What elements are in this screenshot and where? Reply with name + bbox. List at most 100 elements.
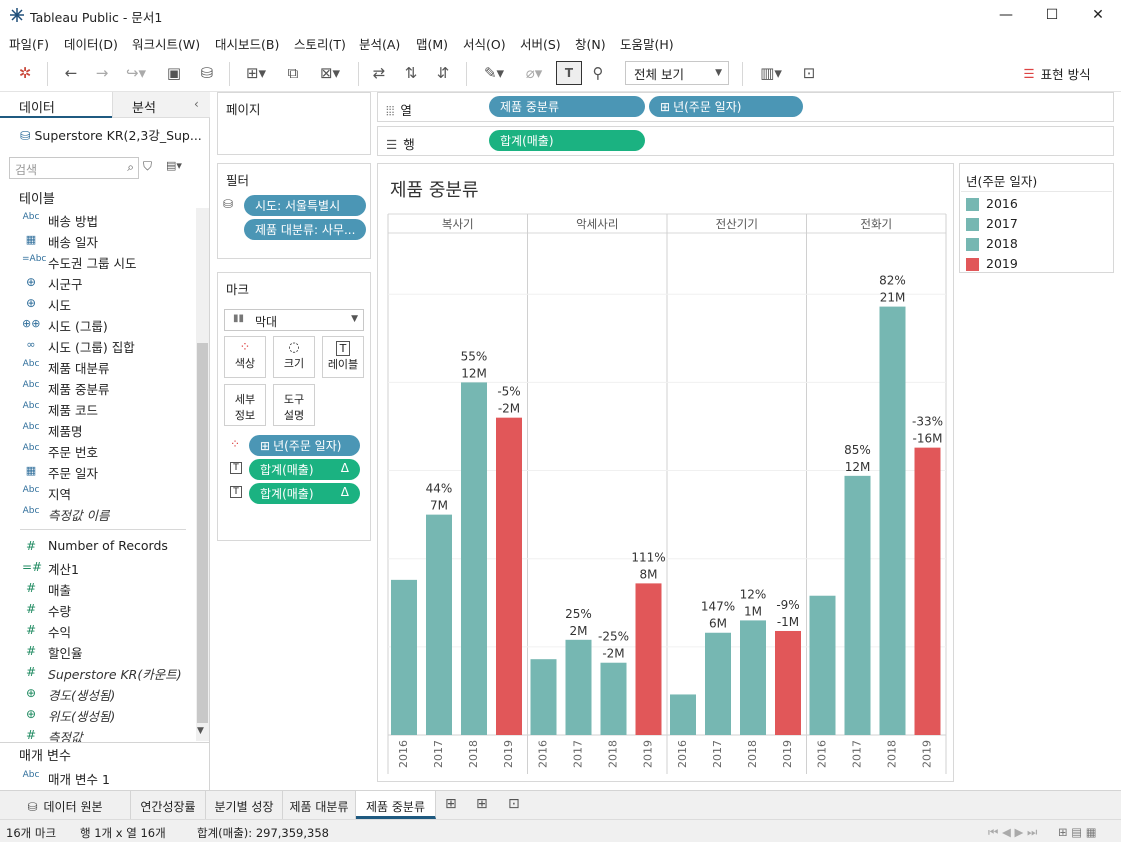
show-cards-icon[interactable]: ▥▾ [752,61,790,85]
field-item[interactable]: Abc 배송 방법 [0,209,195,230]
scrollbar[interactable]: ▼ [196,208,209,741]
field-item[interactable]: Abc 제품명 [0,419,195,440]
filter-fields-icon[interactable]: ⛉ [143,159,152,174]
menu-help[interactable]: 도움말(H) [620,34,674,53]
clear-sheet-icon[interactable]: ⊠▾ [310,61,350,85]
size-button[interactable]: ◌ 크기 [273,336,315,378]
field-item[interactable]: ⊕ 시군구 [0,272,195,293]
scrollbar-thumb[interactable] [197,343,208,723]
filter-pill-category[interactable]: 제품 대분류: 사무... [244,219,366,240]
tab-data[interactable]: 데이터 [0,92,112,118]
mark-pill-sales-2[interactable]: 합계(매출) Δ [249,483,360,504]
menu-data[interactable]: 데이터(D) [64,34,118,53]
new-story-icon[interactable]: ⊡ [508,796,520,812]
group-icon[interactable]: ⌀▾ [516,61,552,85]
duplicate-sheet-icon[interactable]: ⧉ [280,61,306,85]
detail-button[interactable]: 세부 정보 [224,384,266,426]
show-me-button[interactable]: ☰ 표현 방식 [1012,61,1102,85]
save-icon[interactable]: ▣ [162,61,186,85]
field-item[interactable]: ⊕ 경도(생성됨) [0,683,195,704]
column-pill-subcategory[interactable]: 제품 중분류 [489,96,645,117]
field-item[interactable]: # Number of Records [0,536,195,557]
color-button[interactable]: ⁘ 색상 [224,336,266,378]
color-legend[interactable]: 년(주문 일자) 2016 2017 2018 2019 [959,163,1114,273]
marks-card[interactable]: 마크 ▮▮ 막대 ▼ ⁘ 색상 ◌ 크기 T 레이블 세부 정보 도구 설명 ⁘ ⊞ 년… [217,272,371,541]
calendar-icon: ▦ [25,233,37,246]
replay-icon[interactable]: ↪▾ [118,61,154,85]
tab-sheet-active[interactable]: 제품 중분류 [356,791,436,819]
filter-pill-sido[interactable]: 시도: 서울특별시 [244,195,366,216]
new-datasource-icon[interactable]: ⛁ [194,61,220,85]
field-item[interactable]: Abc 제품 코드 [0,398,195,419]
filters-card[interactable]: 필터 ⛁ 시도: 서울특별시 제품 대분류: 사무... [217,163,371,259]
tab-sheet[interactable]: 제품 대분류 [283,791,356,819]
minimize-button[interactable]: — [983,0,1029,30]
label-button[interactable]: T 레이블 [322,336,364,378]
field-item[interactable]: Abc 주문 번호 [0,440,195,461]
field-item[interactable]: # 할인율 [0,641,195,662]
field-item[interactable]: # 수량 [0,599,195,620]
search-input[interactable]: 검색 ⌕ [9,157,139,179]
mark-pill-sales-1[interactable]: 합계(매출) Δ [249,459,360,480]
field-item[interactable]: # 수익 [0,620,195,641]
column-pill-year[interactable]: ⊞ 년(주문 일자) [649,96,803,117]
field-item[interactable]: Abc 제품 중분류 [0,377,195,398]
new-dashboard-icon[interactable]: ⊞ [476,796,488,812]
legend-swatch [966,258,979,271]
redo-icon[interactable]: → [89,61,115,85]
menu-analysis[interactable]: 분석(A) [359,34,400,53]
fix-axes-icon[interactable]: ⚲ [586,61,610,85]
rows-shelf[interactable]: ☰ 행 합계(매출) [377,126,1114,156]
tooltip-button[interactable]: 도구 설명 [273,384,315,426]
tab-sheet[interactable]: 분기별 성장 [206,791,283,819]
field-item[interactable]: ⊕ 시도 [0,293,195,314]
undo-icon[interactable]: ← [58,61,84,85]
columns-shelf[interactable]: ⦙⦙⦙ 열 제품 중분류 ⊞ 년(주문 일자) [377,92,1114,122]
field-item[interactable]: ▦ 주문 일자 [0,461,195,482]
close-button[interactable]: ✕ [1075,0,1121,30]
menu-file[interactable]: 파일(F) [9,34,49,53]
menu-story[interactable]: 스토리(T) [294,34,346,53]
pages-card[interactable]: 페이지 [217,92,371,155]
mark-pill-year[interactable]: ⊞ 년(주문 일자) [249,435,360,456]
menu-map[interactable]: 맵(M) [416,34,448,53]
datasource-item[interactable]: ⛁ Superstore KR(2,3강_Sup... [20,125,202,144]
show-labels-icon[interactable]: T [556,61,582,85]
view-options-icon[interactable]: ▤▾ [166,159,182,172]
field-item[interactable]: ▦ 배송 일자 [0,230,195,251]
parameter-item[interactable]: Abc 매개 변수 1 [0,767,195,788]
field-item[interactable]: # 매출 [0,578,195,599]
menu-window[interactable]: 창(N) [575,34,606,53]
field-item[interactable]: # Superstore KR(카운트) [0,662,195,683]
presentation-mode-icon[interactable]: ⊡ [796,61,822,85]
collapse-pane-icon[interactable]: ‹ [194,97,199,111]
highlight-icon[interactable]: ✎▾ [476,61,512,85]
field-item[interactable]: ⊕ 위도(생성됨) [0,704,195,725]
maximize-button[interactable]: ☐ [1029,0,1075,30]
field-item[interactable]: Abc 측정값 이름 [0,503,195,524]
menu-worksheet[interactable]: 워크시트(W) [132,34,200,53]
menu-dashboard[interactable]: 대시보드(B) [215,34,279,53]
mark-type-select[interactable]: ▮▮ 막대 ▼ [224,309,364,331]
new-worksheet-icon[interactable]: ⊞▾ [238,61,274,85]
menu-format[interactable]: 서식(O) [463,34,506,53]
field-item[interactable]: ∞ 시도 (그룹) 집합 [0,335,195,356]
field-item[interactable]: Abc 지역 [0,482,195,503]
field-item[interactable]: =# 계산1 [0,557,195,578]
sheet-nav-icons[interactable]: ⏮ ◀ ▶ ⏭ [988,825,1037,840]
field-item[interactable]: Abc 제품 대분류 [0,356,195,377]
tab-sheet[interactable]: 연간성장률 [131,791,206,819]
tableau-home-icon[interactable]: ✲ [12,61,38,85]
scroll-down-icon[interactable]: ▼ [197,726,204,736]
field-item[interactable]: ⊕⊕ 시도 (그룹) [0,314,195,335]
sort-ascending-icon[interactable]: ⇅ [398,61,424,85]
field-item[interactable]: =Abc 수도권 그룹 시도 [0,251,195,272]
grid-view-icons[interactable]: ⊞ ▤ ▦ [1058,825,1097,839]
view-size-select[interactable]: 전체 보기 ▼ [625,61,729,85]
new-worksheet-icon[interactable]: ⊞ [445,796,457,812]
tab-datasource[interactable]: ⛁ 데이터 원본 [0,791,131,819]
menu-server[interactable]: 서버(S) [520,34,561,53]
sort-descending-icon[interactable]: ⇵ [430,61,456,85]
row-pill-sales[interactable]: 합계(매출) [489,130,645,151]
swap-axes-icon[interactable]: ⇄ [366,61,392,85]
